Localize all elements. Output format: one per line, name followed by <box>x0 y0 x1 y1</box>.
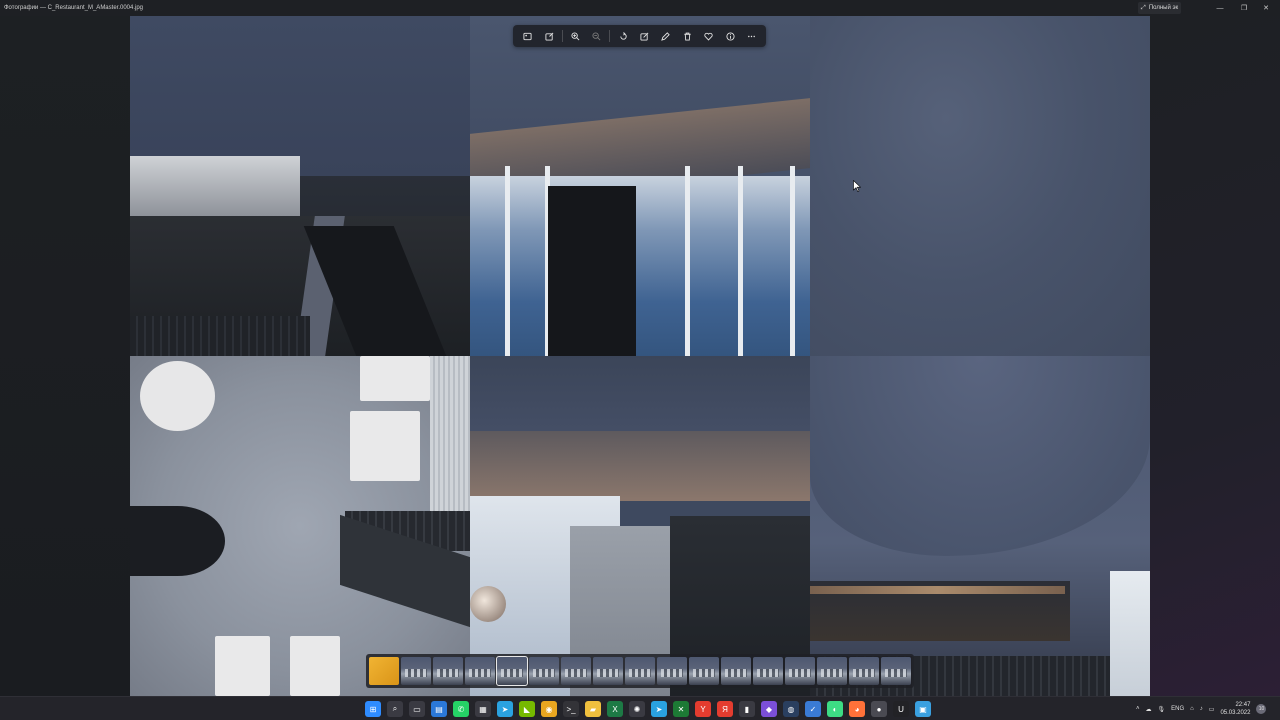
close-icon: ✕ <box>1263 5 1269 12</box>
app-round-icon[interactable]: ● <box>871 701 887 717</box>
clock[interactable]: 22:47 05.03.2022 <box>1220 701 1250 717</box>
files-icon[interactable]: ▤ <box>431 701 447 717</box>
filmstrip-thumbnail[interactable] <box>689 657 719 685</box>
yandex-icon[interactable]: Y <box>695 701 711 717</box>
vpn-icon[interactable]: ✓ <box>805 701 821 717</box>
draw-icon[interactable] <box>655 27 676 45</box>
cloud-icon[interactable]: ☁ <box>1146 706 1152 713</box>
microphone-icon[interactable]: 🎙︎ <box>1158 706 1166 713</box>
filmstrip-thumbnail[interactable] <box>561 657 591 685</box>
info-icon[interactable] <box>719 27 740 45</box>
unreal-icon[interactable]: U <box>893 701 909 717</box>
viewer-background-left <box>0 16 130 696</box>
window-title: Фотографии — C_Restaurant_M_AMaster.0004… <box>4 5 144 11</box>
filmstrip-thumbnail[interactable] <box>625 657 655 685</box>
filmstrip-thumbnail[interactable] <box>465 657 495 685</box>
excel-icon[interactable]: X <box>607 701 623 717</box>
close-button[interactable]: ✕ <box>1256 2 1276 14</box>
title-bar: Фотографии — C_Restaurant_M_AMaster.0004… <box>0 0 1280 16</box>
android-icon[interactable]: ◐ <box>827 701 843 717</box>
windows-start-icon[interactable]: ⊞ <box>365 701 381 717</box>
filmstrip-thumbnail[interactable] <box>753 657 783 685</box>
minimize-button[interactable]: — <box>1210 2 1230 14</box>
toolbar-separator <box>609 30 611 42</box>
volume-icon[interactable]: ♪ <box>1200 706 1203 712</box>
filmstrip-thumbnail[interactable] <box>881 657 911 685</box>
favorite-icon[interactable] <box>698 27 719 45</box>
edit-image-icon[interactable] <box>538 27 559 45</box>
photos-icon[interactable]: ▣ <box>915 701 931 717</box>
xbox-icon[interactable]: ✕ <box>673 701 689 717</box>
fullscreen-icon: ⤢ <box>1141 4 1146 11</box>
filmstrip-thumbnail[interactable] <box>785 657 815 685</box>
clock-date: 05.03.2022 <box>1220 710 1251 716</box>
toolbar-separator <box>561 30 563 42</box>
chrome-icon[interactable]: ◉ <box>541 701 557 717</box>
system-tray: ˄ ☁ 🎙︎ ENG ⌂ ♪ ▭ 22:47 05.03.2022 10 <box>1136 697 1267 720</box>
notifications-badge[interactable]: 10 <box>1256 704 1267 714</box>
filmstrip-thumbnail[interactable] <box>496 656 528 686</box>
maximize-icon: ❐ <box>1240 5 1248 12</box>
filmstrip-thumbnail[interactable] <box>401 657 431 685</box>
folder-icon[interactable]: ▰ <box>585 701 601 717</box>
calendar-icon[interactable]: ▦ <box>475 701 491 717</box>
filmstrip-thumbnail[interactable] <box>593 657 623 685</box>
fullscreen-label: Полный эк <box>1148 5 1179 11</box>
language-indicator[interactable]: ENG <box>1171 706 1184 712</box>
photo-tile <box>810 16 1150 356</box>
filmstrip-thumbnail[interactable] <box>817 657 847 685</box>
rotate-icon[interactable] <box>612 27 633 45</box>
viewer-background-right <box>1150 16 1280 696</box>
task-view-icon[interactable]: ▭ <box>409 701 425 717</box>
photo-view[interactable] <box>130 16 1150 696</box>
app-purple-icon[interactable]: ◆ <box>761 701 777 717</box>
photo-tile <box>130 356 470 696</box>
more-icon[interactable] <box>741 27 762 45</box>
zoom-in-icon[interactable] <box>565 27 586 45</box>
mouse-cursor-icon <box>853 180 861 192</box>
fullscreen-button[interactable]: ⤢ Полный эк <box>1138 2 1182 14</box>
taskbar: ⊞ ⌕ ▭ ▤ ✆ ▦ ➤ ◣ ◉ >_ ▰ X ✺ ➤ ✕ Y Я ▮ ◆ ◍ ✓ ◐ ◕ ● U ▣ ˄ ☁ 🎙︎ ENG ⌂… <box>0 696 1280 720</box>
minimize-icon: — <box>1216 4 1224 12</box>
delete-icon[interactable] <box>677 27 698 45</box>
chevron-up-icon[interactable]: ˄ <box>1136 706 1140 712</box>
battery-icon[interactable]: ▭ <box>1209 706 1215 713</box>
filmstrip-thumbnail[interactable] <box>369 657 399 685</box>
photo-tile <box>470 16 810 356</box>
filmstrip <box>366 654 914 688</box>
firefox-icon[interactable]: ◕ <box>849 701 865 717</box>
taskbar-apps: ⊞ ⌕ ▭ ▤ ✆ ▦ ➤ ◣ ◉ >_ ▰ X ✺ ➤ ✕ Y Я ▮ ◆ ◍ ✓ ◐ ◕ ● U ▣ <box>365 697 931 720</box>
telegram-icon[interactable]: ➤ <box>497 701 513 717</box>
telegram-alt-icon[interactable]: ➤ <box>651 701 667 717</box>
search-icon[interactable]: ⌕ <box>387 701 403 717</box>
photo-toolbar <box>513 25 766 47</box>
photo-tile <box>470 356 810 696</box>
bookmark-icon[interactable]: ▮ <box>739 701 755 717</box>
zoom-out-icon[interactable] <box>586 27 607 45</box>
yandex-browser-icon[interactable]: Я <box>717 701 733 717</box>
filmstrip-thumbnail[interactable] <box>433 657 463 685</box>
photo-tile <box>130 16 470 356</box>
filmstrip-thumbnail[interactable] <box>721 657 751 685</box>
photo-tile <box>810 356 1150 696</box>
image-view-icon[interactable] <box>517 27 538 45</box>
network-icon[interactable]: ⌂ <box>1190 706 1194 712</box>
filmstrip-thumbnail[interactable] <box>657 657 687 685</box>
terminal-icon[interactable]: >_ <box>563 701 579 717</box>
filmstrip-thumbnail[interactable] <box>849 657 879 685</box>
whatsapp-icon[interactable]: ✆ <box>453 701 469 717</box>
openai-icon[interactable]: ✺ <box>629 701 645 717</box>
filmstrip-thumbnail[interactable] <box>529 657 559 685</box>
maximize-button[interactable]: ❐ <box>1234 2 1254 14</box>
nvidia-icon[interactable]: ◣ <box>519 701 535 717</box>
steam-icon[interactable]: ◍ <box>783 701 799 717</box>
crop-edit-icon[interactable] <box>634 27 655 45</box>
clock-time: 22:47 <box>1235 702 1251 708</box>
